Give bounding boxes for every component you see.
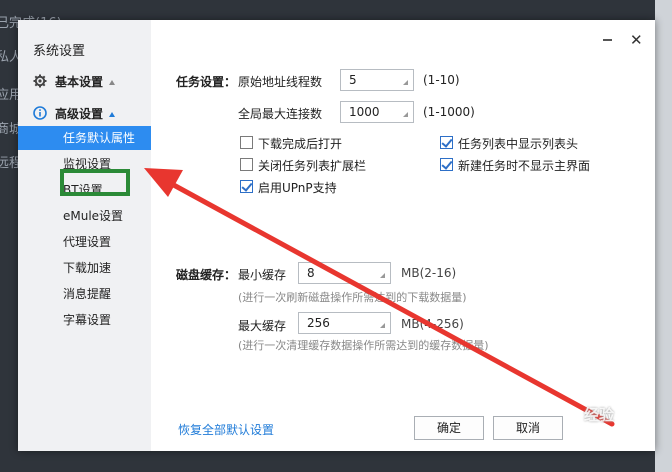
- checkbox-enable-upnp[interactable]: [240, 180, 253, 193]
- sidebar-title: 系统设置: [33, 44, 86, 59]
- highlight-box: [60, 169, 130, 196]
- cancel-button[interactable]: 取消: [493, 416, 563, 440]
- threads-value: 5: [349, 73, 357, 87]
- minimize-icon[interactable]: [603, 39, 612, 41]
- checkbox-open-after-download[interactable]: [240, 136, 253, 149]
- checkbox-close-extension-bar[interactable]: [240, 158, 253, 171]
- sidebar-item-acceleration[interactable]: 下载加速: [18, 256, 151, 280]
- info-icon: [33, 106, 47, 120]
- expand-arrow-icon: [109, 79, 116, 85]
- max-cache-label: 最大缓存: [238, 319, 287, 333]
- settings-sidebar: 系统设置 基本设置 高级设置 任务默认属性 监视设置 BT设置 eMule设置 …: [18, 20, 151, 451]
- connections-value: 1000: [349, 105, 380, 119]
- background-strip: [655, 0, 672, 472]
- gear-icon: [33, 74, 47, 88]
- max-cache-select[interactable]: 256: [298, 312, 391, 334]
- collapse-arrow-icon: [109, 111, 116, 117]
- connections-select[interactable]: 1000: [340, 101, 414, 123]
- sidebar-group-basic[interactable]: 基本设置: [33, 71, 116, 91]
- threads-label: 原始地址线程数: [238, 75, 323, 89]
- sidebar-item-notification[interactable]: 消息提醒: [18, 282, 151, 306]
- min-cache-unit: MB(2-16): [401, 266, 457, 280]
- max-cache-value: 256: [307, 316, 330, 330]
- sidebar-group-label: 高级设置: [55, 106, 104, 121]
- sidebar-item-task-defaults[interactable]: 任务默认属性: [18, 126, 151, 150]
- min-cache-label: 最小缓存: [238, 268, 287, 282]
- sidebar-item-proxy[interactable]: 代理设置: [18, 230, 151, 254]
- dropdown-arrow-icon: [380, 273, 385, 278]
- checkbox-label: 新建任务时不显示主界面: [458, 159, 591, 173]
- watermark: 经验: [584, 406, 615, 424]
- checkbox-hide-main-window[interactable]: [440, 158, 453, 171]
- sidebar-group-advanced[interactable]: 高级设置: [33, 103, 116, 123]
- connections-range: (1-1000): [423, 105, 475, 119]
- cache-section-label: 磁盘缓存：: [176, 268, 237, 282]
- checkbox-label: 下载完成后打开: [258, 137, 343, 151]
- task-section-label: 任务设置：: [176, 75, 237, 89]
- min-cache-select[interactable]: 8: [298, 262, 391, 284]
- close-icon[interactable]: ✕: [630, 31, 643, 49]
- checkbox-show-list-header[interactable]: [440, 136, 453, 149]
- min-cache-note: (进行一次刷新磁盘操作所需达到的下载数据量): [238, 291, 467, 304]
- connections-label: 全局最大连接数: [238, 107, 323, 121]
- max-cache-note: (进行一次清理缓存数据操作所需达到的缓存数据量): [238, 339, 489, 352]
- sidebar-group-label: 基本设置: [55, 74, 104, 89]
- ok-button[interactable]: 确定: [414, 416, 484, 440]
- dropdown-arrow-icon: [380, 323, 385, 328]
- max-cache-unit: MB(4-256): [401, 317, 464, 331]
- dropdown-arrow-icon: [403, 112, 408, 117]
- threads-select[interactable]: 5: [340, 69, 414, 91]
- checkbox-label: 任务列表中显示列表头: [458, 137, 579, 151]
- restore-defaults-link[interactable]: 恢复全部默认设置: [178, 421, 274, 438]
- checkbox-label: 关闭任务列表扩展栏: [258, 159, 367, 173]
- threads-range: (1-10): [423, 73, 460, 87]
- min-cache-value: 8: [307, 266, 315, 280]
- checkbox-label: 启用UPnP支持: [258, 181, 337, 195]
- sidebar-item-subtitle[interactable]: 字幕设置: [18, 308, 151, 332]
- dropdown-arrow-icon: [403, 80, 408, 85]
- settings-dialog: 系统设置 基本设置 高级设置 任务默认属性 监视设置 BT设置 eMule设置 …: [18, 20, 655, 451]
- sidebar-item-emule[interactable]: eMule设置: [18, 204, 151, 228]
